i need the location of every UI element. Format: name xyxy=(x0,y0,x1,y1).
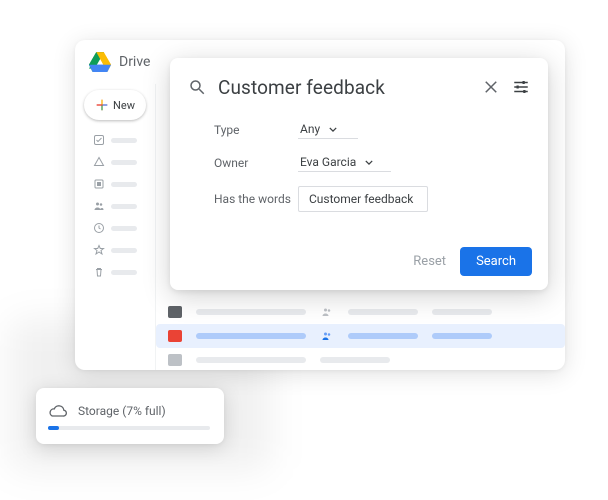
plus-icon xyxy=(95,98,109,112)
app-name: Drive xyxy=(119,54,150,70)
placeholder-line xyxy=(432,333,492,339)
file-row[interactable] xyxy=(156,348,565,370)
type-label: Type xyxy=(214,123,298,137)
placeholder-line xyxy=(111,138,137,143)
chevron-down-icon xyxy=(329,122,337,136)
people-icon xyxy=(320,306,334,318)
clear-icon[interactable] xyxy=(482,78,500,96)
new-button[interactable]: New xyxy=(84,90,146,120)
type-select[interactable]: Any xyxy=(298,120,358,139)
placeholder-line xyxy=(432,309,492,315)
owner-select[interactable]: Eva Garcia xyxy=(298,153,391,172)
trash-icon xyxy=(93,266,105,278)
search-bar: Customer feedback xyxy=(188,72,530,102)
placeholder-line xyxy=(111,182,137,187)
file-type-icon xyxy=(168,330,182,342)
placeholder-line xyxy=(111,204,137,209)
tune-icon[interactable] xyxy=(512,78,530,96)
owner-label: Owner xyxy=(214,156,298,170)
new-button-label: New xyxy=(113,99,135,112)
people-icon xyxy=(93,200,105,212)
search-query-text[interactable]: Customer feedback xyxy=(218,76,470,99)
filter-type-row: Type Any xyxy=(214,120,530,139)
sidebar-item-my-drive[interactable] xyxy=(85,154,145,170)
check-square-icon xyxy=(93,134,105,146)
sidebar-item-trash[interactable] xyxy=(85,264,145,280)
placeholder-line xyxy=(348,333,418,339)
placeholder-line xyxy=(320,357,390,363)
placeholder-line xyxy=(111,248,137,253)
shared-drives-icon xyxy=(93,178,105,190)
sidebar: New xyxy=(75,84,155,370)
storage-card[interactable]: Storage (7% full) xyxy=(36,388,224,444)
placeholder-line xyxy=(111,160,137,165)
search-button[interactable]: Search xyxy=(460,247,532,276)
search-panel: Customer feedback Type Any Owner Eva Gar… xyxy=(170,58,548,290)
owner-value: Eva Garcia xyxy=(300,155,356,169)
file-row[interactable] xyxy=(156,300,565,324)
search-actions: Reset Search xyxy=(413,247,532,276)
drive-logo-icon xyxy=(89,52,111,72)
file-type-icon xyxy=(168,354,182,366)
storage-header: Storage (7% full) xyxy=(48,404,210,418)
reset-button[interactable]: Reset xyxy=(413,254,446,269)
storage-label: Storage (7% full) xyxy=(78,404,166,418)
storage-progress-bar xyxy=(48,426,210,430)
star-icon xyxy=(93,244,105,256)
sidebar-item-recent[interactable] xyxy=(85,220,145,236)
sidebar-item-shared-drives[interactable] xyxy=(85,176,145,192)
cloud-icon xyxy=(48,404,68,418)
type-value: Any xyxy=(300,122,320,136)
search-filters: Type Any Owner Eva Garcia Has the words … xyxy=(188,102,530,212)
clock-icon xyxy=(93,222,105,234)
file-row-selected[interactable] xyxy=(156,324,565,348)
search-icon xyxy=(188,78,206,96)
chevron-down-icon xyxy=(365,155,373,169)
sidebar-item-shared-with-me[interactable] xyxy=(85,198,145,214)
placeholder-line xyxy=(111,226,137,231)
placeholder-line xyxy=(196,333,306,339)
sidebar-item-priority[interactable] xyxy=(85,132,145,148)
placeholder-line xyxy=(196,357,306,363)
filter-words-row: Has the words Customer feedback xyxy=(214,186,530,212)
people-icon xyxy=(320,330,334,342)
placeholder-line xyxy=(348,309,418,315)
sidebar-item-starred[interactable] xyxy=(85,242,145,258)
placeholder-line xyxy=(111,270,137,275)
filter-owner-row: Owner Eva Garcia xyxy=(214,153,530,172)
storage-progress-fill xyxy=(48,426,59,430)
drive-triangle-icon xyxy=(93,156,105,168)
words-input[interactable]: Customer feedback xyxy=(298,186,428,212)
placeholder-line xyxy=(196,309,306,315)
file-type-icon xyxy=(168,306,182,318)
words-label: Has the words xyxy=(214,192,298,206)
